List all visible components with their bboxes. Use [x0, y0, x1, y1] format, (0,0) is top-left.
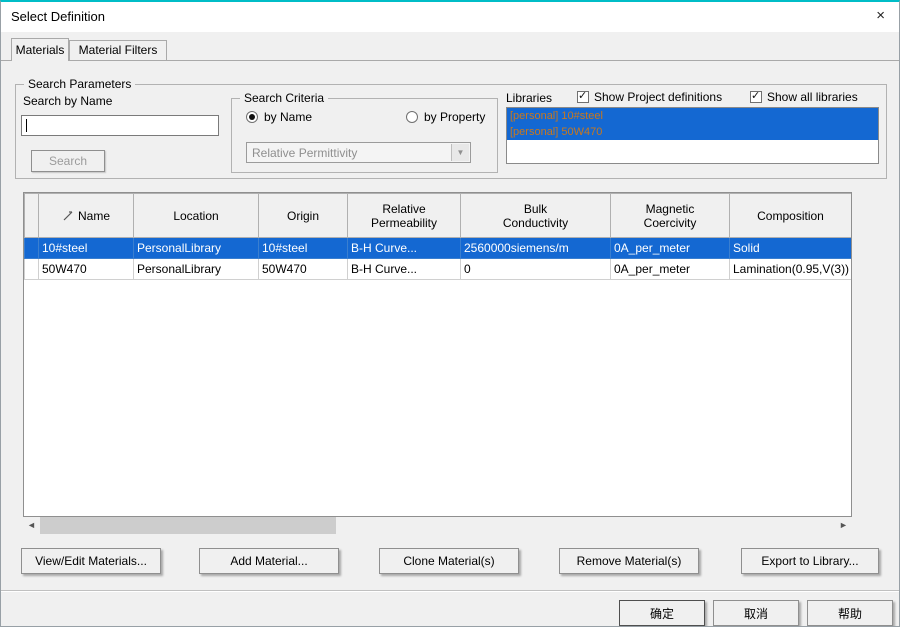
cell-location[interactable]: PersonalLibrary	[133, 258, 259, 280]
column-header-bulk-conductivity[interactable]: Bulk Conductivity	[460, 193, 611, 238]
tab-material-filters[interactable]: Material Filters	[69, 40, 167, 60]
ok-button[interactable]: 确定	[619, 600, 705, 626]
export-to-library-button[interactable]: Export to Library...	[741, 548, 879, 574]
library-item[interactable]: [personal] 10#steel	[507, 108, 878, 124]
property-combobox-value: Relative Permittivity	[252, 146, 358, 160]
cell-origin[interactable]: 10#steel	[258, 237, 348, 259]
property-combobox[interactable]: Relative Permittivity ▼	[246, 142, 471, 163]
radio-by-property-control[interactable]	[406, 111, 418, 123]
radio-by-property-label: by Property	[424, 110, 486, 124]
search-criteria-group-label: Search Criteria	[240, 91, 329, 105]
select-definition-dialog: Select Definition × Materials Material F…	[0, 0, 900, 627]
help-button[interactable]: 帮助	[807, 600, 893, 626]
checkbox-show-project[interactable]: ✓ Show Project definitions	[577, 90, 722, 104]
cell-name[interactable]: 50W470	[38, 258, 134, 280]
remove-material-button[interactable]: Remove Material(s)	[559, 548, 699, 574]
bottom-separator	[1, 590, 899, 592]
search-name-field	[21, 115, 219, 136]
column-header-name-label: Name	[77, 208, 110, 223]
search-button-label: Search	[48, 154, 88, 168]
libraries-listbox[interactable]: [personal] 10#steel [personal] 50W470	[506, 107, 879, 164]
view-edit-materials-button[interactable]: View/Edit Materials...	[21, 548, 161, 574]
horizontal-scrollbar[interactable]: ◄ ►	[23, 517, 852, 534]
column-header-selector[interactable]	[24, 193, 39, 238]
window-title: Select Definition	[11, 9, 105, 24]
add-material-button[interactable]: Add Material...	[199, 548, 339, 574]
scrollbar-thumb[interactable]	[40, 517, 336, 534]
remove-material-label: Remove Material(s)	[576, 554, 682, 568]
cell-relative-permeability[interactable]: B-H Curve...	[347, 237, 461, 259]
close-icon[interactable]: ×	[876, 7, 885, 24]
checkbox-show-all-control[interactable]: ✓	[750, 90, 762, 103]
radio-by-name-label: by Name	[264, 110, 313, 124]
cell-name[interactable]: 10#steel	[38, 237, 134, 259]
cell-location[interactable]: PersonalLibrary	[133, 237, 259, 259]
radio-by-property[interactable]: by Property	[406, 110, 485, 124]
radio-by-name-control[interactable]	[246, 111, 258, 123]
library-item[interactable]: [personal] 50W470	[507, 124, 878, 140]
cell-magnetic-coercivity[interactable]: 0A_per_meter	[610, 258, 730, 280]
search-button[interactable]: Search	[31, 150, 105, 172]
checkbox-show-all[interactable]: ✓ Show all libraries	[750, 90, 858, 104]
checkbox-show-project-label: Show Project definitions	[594, 90, 723, 104]
table-row[interactable]: 50W470 PersonalLibrary 50W470 B-H Curve.…	[24, 258, 851, 280]
cell-selector[interactable]	[24, 237, 39, 259]
column-header-name[interactable]: Name	[38, 193, 134, 238]
tab-materials-label: Materials	[15, 43, 65, 57]
table-header-row: Name Location Origin Relative Permeabili…	[24, 193, 851, 238]
cell-relative-permeability[interactable]: B-H Curve...	[347, 258, 461, 280]
cancel-button-label: 取消	[743, 606, 768, 621]
scroll-left-arrow-icon[interactable]: ◄	[23, 517, 40, 534]
ok-button-label: 确定	[649, 606, 674, 621]
chevron-down-icon[interactable]: ▼	[451, 144, 469, 161]
sort-diagonal-icon	[63, 210, 73, 220]
titlebar[interactable]: Select Definition ×	[1, 2, 899, 32]
radio-by-name[interactable]: by Name	[246, 110, 312, 124]
clone-material-button[interactable]: Clone Material(s)	[379, 548, 519, 574]
libraries-label: Libraries	[506, 91, 553, 105]
clone-material-label: Clone Material(s)	[403, 554, 495, 568]
cancel-button[interactable]: 取消	[713, 600, 799, 626]
search-by-name-label: Search by Name	[23, 94, 113, 108]
cell-bulk-conductivity[interactable]: 0	[460, 258, 611, 280]
add-material-label: Add Material...	[230, 554, 308, 568]
cell-origin[interactable]: 50W470	[258, 258, 348, 280]
help-button-label: 帮助	[837, 606, 862, 621]
column-header-composition[interactable]: Composition	[729, 193, 851, 238]
cell-bulk-conductivity[interactable]: 2560000siemens/m	[460, 237, 611, 259]
check-icon: ✓	[578, 90, 588, 102]
table-row[interactable]: 10#steel PersonalLibrary 10#steel B-H Cu…	[24, 237, 851, 259]
check-icon: ✓	[751, 90, 761, 102]
column-header-relative-permeability[interactable]: Relative Permeability	[347, 193, 461, 238]
search-name-input[interactable]	[22, 116, 218, 135]
view-edit-materials-label: View/Edit Materials...	[35, 554, 147, 568]
column-header-origin[interactable]: Origin	[258, 193, 348, 238]
text-caret	[26, 119, 27, 132]
tab-materials[interactable]: Materials	[11, 38, 69, 61]
cell-selector[interactable]	[24, 258, 39, 280]
cell-composition[interactable]: Lamination(0.95,V(3))	[729, 258, 851, 280]
column-header-location[interactable]: Location	[133, 193, 259, 238]
tab-material-filters-label: Material Filters	[78, 43, 158, 57]
checkbox-show-project-control[interactable]: ✓	[577, 90, 589, 103]
checkbox-show-all-label: Show all libraries	[767, 90, 858, 104]
scroll-right-arrow-icon[interactable]: ►	[835, 517, 852, 534]
cell-composition[interactable]: Solid	[729, 237, 851, 259]
column-header-magnetic-coercivity[interactable]: Magnetic Coercivity	[610, 193, 730, 238]
tab-strip-line	[1, 60, 899, 61]
export-to-library-label: Export to Library...	[761, 554, 859, 568]
materials-table: Name Location Origin Relative Permeabili…	[23, 192, 852, 517]
search-parameters-group-label: Search Parameters	[24, 77, 136, 91]
cell-magnetic-coercivity[interactable]: 0A_per_meter	[610, 237, 730, 259]
